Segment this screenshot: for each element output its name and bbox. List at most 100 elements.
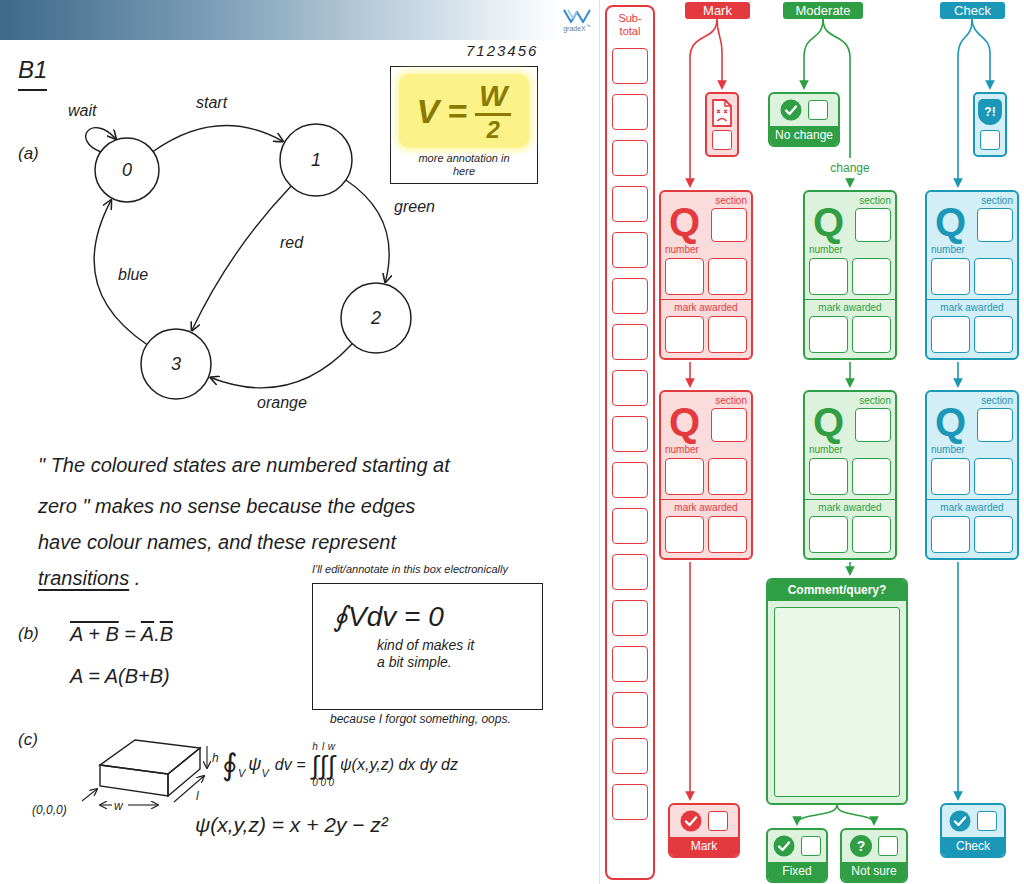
electronic-annotation-box[interactable]: ∮Vdv = 0kind of makes ita bit simple. [312, 583, 543, 710]
section-input[interactable] [977, 408, 1013, 442]
transition-label: orange [257, 394, 307, 411]
subtotal-box[interactable] [612, 48, 648, 84]
number-digit-input[interactable] [931, 458, 970, 495]
box-formula: ∮Vdv = 0 [333, 602, 532, 633]
section-input[interactable] [855, 208, 891, 242]
subtotal-box[interactable] [612, 278, 648, 314]
mark-digit-input[interactable] [974, 316, 1013, 353]
subtotal-box[interactable] [612, 462, 648, 498]
mark-digit-input[interactable] [852, 316, 891, 353]
fixed-button[interactable]: Fixed [766, 828, 828, 883]
section-label: section [981, 395, 1013, 407]
check-button[interactable]: Check [940, 803, 1006, 858]
number-digit-input[interactable] [665, 458, 704, 495]
subtotal-box[interactable] [612, 692, 648, 728]
mark-digit-input[interactable] [665, 316, 704, 353]
mark-checkbox[interactable] [708, 811, 728, 831]
section-input[interactable] [977, 208, 1013, 242]
number-digit-input[interactable] [852, 458, 891, 495]
part-label: (b) [18, 624, 39, 644]
mark-awarded-label: mark awarded [809, 502, 891, 514]
number-digit-input[interactable] [809, 458, 848, 495]
part-label: (c) [18, 730, 38, 750]
comment-input[interactable] [774, 607, 900, 797]
number-digit-input[interactable] [974, 258, 1013, 295]
fixed-checkbox[interactable] [801, 836, 821, 856]
annotation-box[interactable]: V=W2more annotation in here [390, 66, 538, 184]
integral-limits: l∫0 [320, 742, 327, 788]
subtotal-box[interactable] [612, 416, 648, 452]
section-label: section [859, 195, 891, 207]
moderate-header: Moderate [783, 2, 863, 19]
integral-limits: h∫0 [311, 742, 318, 788]
transition: orange [211, 344, 353, 411]
subtotal-box[interactable] [612, 186, 648, 222]
mark-digit-input[interactable] [931, 316, 970, 353]
no-change-label: No change [770, 126, 838, 145]
subtotal-box[interactable] [612, 94, 648, 130]
subtotal-box[interactable] [612, 508, 648, 544]
mark-digit-input[interactable] [931, 516, 970, 553]
no-change-card[interactable]: No change [768, 92, 840, 147]
question-label: B1 [18, 56, 47, 91]
reject-checkbox[interactable] [712, 130, 732, 150]
section-input[interactable] [711, 408, 747, 442]
subtotal-box[interactable] [612, 738, 648, 774]
number-digit-input[interactable] [974, 458, 1013, 495]
subtotal-box[interactable] [612, 784, 648, 820]
answer-text: . [129, 567, 140, 589]
question-card: Qsectionnumbermark awarded [925, 190, 1019, 360]
mark-button[interactable]: Mark [668, 803, 740, 858]
mark-digit-input[interactable] [708, 516, 747, 553]
mark-digit-input[interactable] [809, 316, 848, 353]
question-card: Qsectionnumbermark awarded [925, 390, 1019, 560]
flow-arrow [717, 19, 722, 88]
box-footnote: because I forgot something, oops. [330, 712, 511, 726]
check-checkbox[interactable] [977, 811, 997, 831]
mark-awarded-label: mark awarded [665, 502, 747, 514]
section-input[interactable] [855, 408, 891, 442]
subtotal-box[interactable] [612, 554, 648, 590]
mark-header: Mark [685, 2, 750, 19]
function-definition: ψ(x,y,z) = x + 2y − z² [195, 812, 388, 837]
subtotal-box[interactable] [612, 324, 648, 360]
subtotal-box[interactable] [612, 600, 648, 636]
equation-term: B [160, 623, 173, 645]
answer-text: " The coloured states are numbered start… [38, 454, 450, 476]
flow-arrow [797, 805, 837, 824]
query-flag-checkbox[interactable] [980, 130, 1000, 150]
length-label: l [196, 789, 199, 803]
width-label: w [114, 799, 124, 813]
mark-digit-input[interactable] [852, 516, 891, 553]
mark-digit-input[interactable] [708, 316, 747, 353]
number-digit-input[interactable] [665, 258, 704, 295]
subtotal-box[interactable] [612, 370, 648, 406]
not-sure-button[interactable]: ?Not sure [840, 828, 908, 883]
sad-document-icon [711, 99, 733, 127]
flow-arrow [849, 362, 851, 386]
equation-term: = [119, 623, 141, 645]
mark-digit-input[interactable] [974, 516, 1013, 553]
mark-digit-input[interactable] [665, 516, 704, 553]
number-digit-input[interactable] [708, 258, 747, 295]
flow-arrow [957, 562, 959, 799]
number-digit-input[interactable] [931, 258, 970, 295]
mark-digit-input[interactable] [809, 516, 848, 553]
state-node: 1 [280, 124, 352, 196]
section-input[interactable] [711, 208, 747, 242]
no-change-checkbox[interactable] [808, 100, 828, 120]
subtotal-box[interactable] [612, 232, 648, 268]
not-sure-checkbox[interactable] [878, 836, 898, 856]
answer-text: transitions [38, 567, 129, 589]
query-flag-card[interactable]: ?! [973, 92, 1007, 157]
subtotal-box[interactable] [612, 646, 648, 682]
number-digit-input[interactable] [708, 458, 747, 495]
number-digit-input[interactable] [852, 258, 891, 295]
marking-screen: gradeX™0123waitstartgreenredorangebluehl… [0, 0, 1024, 884]
reject-card[interactable] [705, 92, 739, 157]
number-digit-input[interactable] [809, 258, 848, 295]
subtotal-box[interactable] [612, 140, 648, 176]
query-flag-icon: ?! [978, 99, 1002, 125]
number-label: number [665, 444, 747, 456]
q-letter: Q [931, 402, 966, 442]
